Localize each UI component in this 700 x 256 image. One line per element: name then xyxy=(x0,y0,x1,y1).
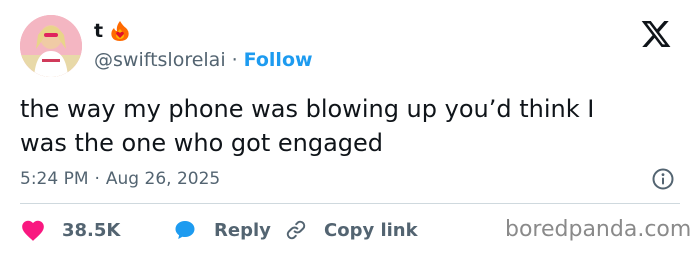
author-handle[interactable]: @swiftslorelai xyxy=(94,49,226,71)
like-button[interactable]: 38.5K xyxy=(20,218,172,242)
tweet-time: 5:24 PM xyxy=(20,169,89,189)
display-name[interactable]: t xyxy=(94,20,103,42)
handle-row: @swiftslorelai · Follow xyxy=(94,47,313,73)
divider xyxy=(20,203,680,204)
handle-separator: · xyxy=(231,49,238,71)
action-bar: 38.5K Reply Copy link xyxy=(20,215,418,245)
tweet-date: Aug 26, 2025 xyxy=(105,169,221,189)
info-icon[interactable] xyxy=(651,167,675,191)
tweet-text-line: the way my phone was blowing up you’d th… xyxy=(20,95,595,123)
speech-bubble-icon xyxy=(175,221,195,239)
avatar[interactable] xyxy=(20,15,82,77)
tweet-text-line: was the one who got engaged xyxy=(20,129,384,157)
heart-icon xyxy=(22,220,44,241)
reply-button[interactable]: Reply xyxy=(172,218,284,242)
watermark: boredpanda.com xyxy=(505,217,692,242)
copy-link-button[interactable]: Copy link xyxy=(284,218,418,242)
timestamp-row[interactable]: 5:24 PM · Aug 26, 2025 xyxy=(20,166,220,192)
x-logo[interactable] xyxy=(640,18,672,50)
follow-button[interactable]: Follow xyxy=(244,49,313,71)
author-name-row: t xyxy=(94,18,131,44)
like-count: 38.5K xyxy=(62,219,121,241)
link-icon xyxy=(286,220,306,240)
reply-label: Reply xyxy=(214,219,271,241)
fire-heart-icon xyxy=(109,20,131,42)
tweet-text: the way my phone was blowing up you’d th… xyxy=(20,92,680,160)
copy-link-label: Copy link xyxy=(324,219,418,241)
timestamp-separator: · xyxy=(94,169,100,189)
avatar-photo xyxy=(20,15,82,77)
tweet-card: t @swiftslorelai · Follow the way my pho… xyxy=(0,0,700,256)
